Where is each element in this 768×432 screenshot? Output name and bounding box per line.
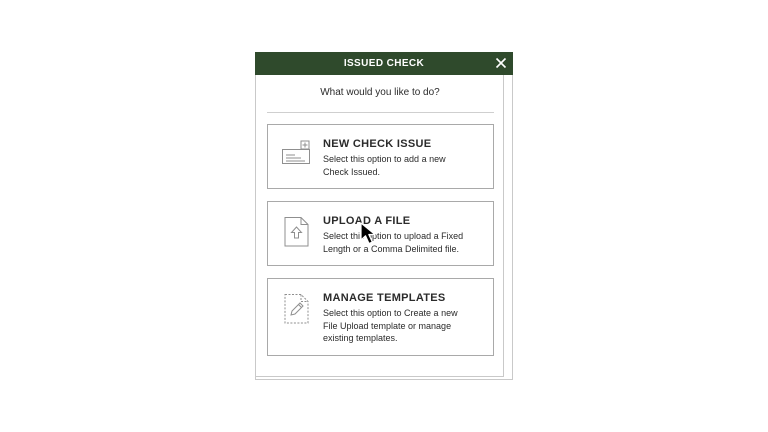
close-icon[interactable] — [495, 57, 507, 69]
check-plus-icon — [282, 140, 310, 164]
dialog-bottom-edge — [256, 376, 504, 377]
option-description: Select this option to upload a Fixed Len… — [323, 231, 464, 254]
dialog-prompt: What would you like to do? — [320, 87, 440, 98]
arrow-cursor-icon — [360, 222, 376, 245]
file-upload-icon — [284, 217, 309, 247]
template-edit-icon — [284, 294, 309, 324]
new-check-issue-option[interactable]: NEW CHECK ISSUE Select this option to ad… — [267, 124, 494, 189]
option-description: Select this option to Create a new File … — [323, 308, 458, 343]
issued-check-dialog: ISSUED CHECK What would you like to do? … — [255, 52, 513, 380]
dialog-title: ISSUED CHECK — [343, 58, 425, 69]
option-description: Select this option to add a new Check Is… — [323, 154, 446, 177]
manage-templates-option[interactable]: MANAGE TEMPLATES Select this option to C… — [267, 278, 494, 356]
dialog-titlebar: ISSUED CHECK — [255, 52, 513, 75]
option-title: NEW CHECK ISSUE — [323, 138, 432, 150]
divider — [267, 112, 494, 113]
option-title: MANAGE TEMPLATES — [323, 292, 446, 304]
dialog-scroll-edge — [503, 75, 504, 377]
